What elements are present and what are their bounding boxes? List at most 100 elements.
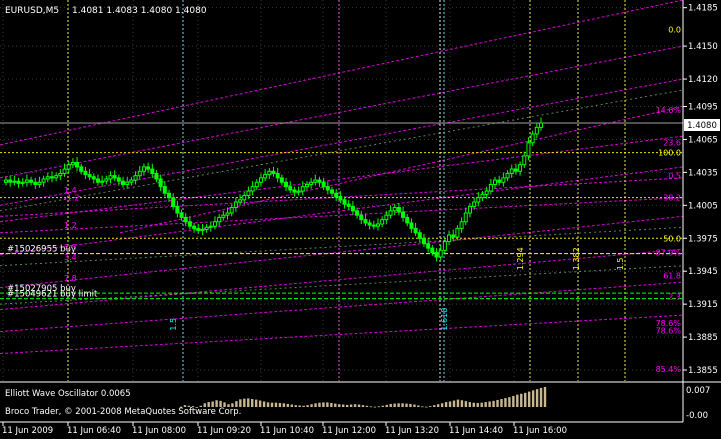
oscillator-bar — [468, 402, 472, 407]
candle-body — [37, 181, 42, 185]
candle-body — [263, 174, 268, 179]
candle-body — [434, 252, 439, 258]
fib-level-label-left: 7.8 — [64, 274, 77, 283]
candle-body — [396, 207, 401, 213]
oscillator-bar — [187, 405, 191, 407]
oscillator-bar — [385, 404, 388, 407]
candle-body — [426, 243, 431, 249]
oscillator-bar — [251, 399, 254, 407]
candle-body — [54, 175, 59, 179]
candle-body — [413, 227, 418, 234]
candle-body — [375, 223, 380, 227]
oscillator-bar — [326, 402, 329, 407]
candle-body — [58, 172, 63, 177]
oscillator-bar — [330, 403, 333, 407]
oscillator-bar — [429, 406, 432, 407]
time-tick-label: 11 Jun 06:40 — [67, 426, 121, 436]
price-tick-label: 1.3885 — [688, 333, 718, 343]
oscillator-bar — [421, 406, 424, 408]
time-tick-label: 11 Jun 14:40 — [449, 426, 503, 436]
oscillator-bar — [290, 404, 293, 407]
candle-body — [121, 180, 126, 185]
fib-level-label: 50.0 — [663, 234, 681, 243]
oscillator-bar — [433, 405, 436, 407]
candle-body — [129, 179, 134, 183]
oscillator-bar — [270, 402, 274, 407]
oscillator-bar — [203, 403, 206, 407]
candle-body — [4, 179, 8, 183]
price-tick-label: 1.3945 — [688, 267, 718, 277]
candle-body — [334, 192, 339, 198]
price-tick-label: 1.4150 — [688, 42, 718, 52]
price-tick-label: 1.4120 — [688, 75, 718, 85]
current-price-label: 1.4080 — [687, 121, 717, 131]
candle-body — [171, 197, 176, 207]
oscillator-bar — [405, 403, 408, 407]
wave-ratio-label: 1.5 — [169, 318, 178, 331]
time-tick-label: 11 Jun 09:20 — [197, 426, 251, 436]
oscillator-bar — [516, 394, 519, 407]
price-tick-label: 1.4185 — [688, 4, 718, 14]
candle-body — [146, 166, 151, 170]
candle-body — [409, 222, 414, 229]
candle-body — [221, 214, 226, 218]
oscillator-bar — [527, 391, 531, 407]
oscillator-bar — [409, 403, 412, 407]
candle-body — [204, 226, 209, 230]
candle-body — [539, 122, 543, 128]
fib-level-label: 2.3 — [668, 292, 681, 301]
candle-body — [284, 181, 289, 188]
candle-body — [392, 207, 397, 212]
fib-level-label-left: -1.2 — [64, 194, 80, 203]
candle-body — [526, 142, 531, 157]
candle-body — [384, 214, 389, 221]
oscillator-bar — [452, 400, 456, 407]
candle-body — [313, 179, 318, 183]
candle-body — [480, 193, 485, 199]
oscillator-bar — [183, 405, 187, 407]
candle-body — [338, 196, 343, 201]
candle-body — [158, 178, 163, 188]
metatrader-chart-window[interactable]: #15026955 buy #15027905 buy #15049621 buy … — [0, 0, 721, 437]
candle-body — [455, 227, 460, 238]
order-label: #15049621 buy limit — [7, 290, 98, 300]
candle-body — [29, 179, 34, 183]
candle-body — [167, 192, 172, 199]
candle-body — [217, 216, 222, 223]
oscillator-bar — [508, 397, 511, 407]
oscillator-bar — [472, 402, 475, 407]
candle-body — [242, 194, 247, 201]
oscillator-bar — [365, 405, 369, 407]
candle-body — [12, 180, 17, 183]
candle-body — [100, 180, 105, 183]
candle-body — [275, 172, 280, 179]
oscillator-bar — [231, 403, 234, 407]
fib-level-label-left: 3.4 — [64, 253, 77, 262]
oscillator-bar — [436, 404, 440, 407]
oscillator-bar — [397, 403, 400, 407]
oscillator-bar — [211, 401, 214, 407]
price-tick-label: 1.3915 — [688, 300, 718, 310]
oscillator-bar — [464, 401, 468, 407]
wave-ratio-label: 1.382 — [572, 247, 581, 270]
oscillator-bar — [338, 404, 341, 407]
fib-level-label: 23.6 — [663, 139, 681, 148]
oscillator-bar — [413, 404, 416, 407]
candle-body — [200, 228, 205, 232]
candle-body — [317, 179, 322, 183]
candle-body — [342, 199, 347, 205]
oscillator-bar — [345, 404, 349, 407]
fib-level-label: 87.9% — [656, 249, 682, 258]
candle-body — [417, 232, 422, 239]
oscillator-bar — [215, 400, 218, 407]
candle-body — [459, 221, 464, 229]
oscillator-bar — [179, 406, 183, 408]
oscillator-bar — [543, 387, 547, 407]
candle-body — [304, 183, 309, 188]
price-tick-label: 1.4065 — [688, 135, 718, 145]
candle-body — [401, 211, 406, 218]
candle-body — [20, 181, 25, 184]
candle-body — [346, 203, 351, 207]
candle-body — [16, 180, 21, 184]
candle-body — [66, 164, 71, 170]
